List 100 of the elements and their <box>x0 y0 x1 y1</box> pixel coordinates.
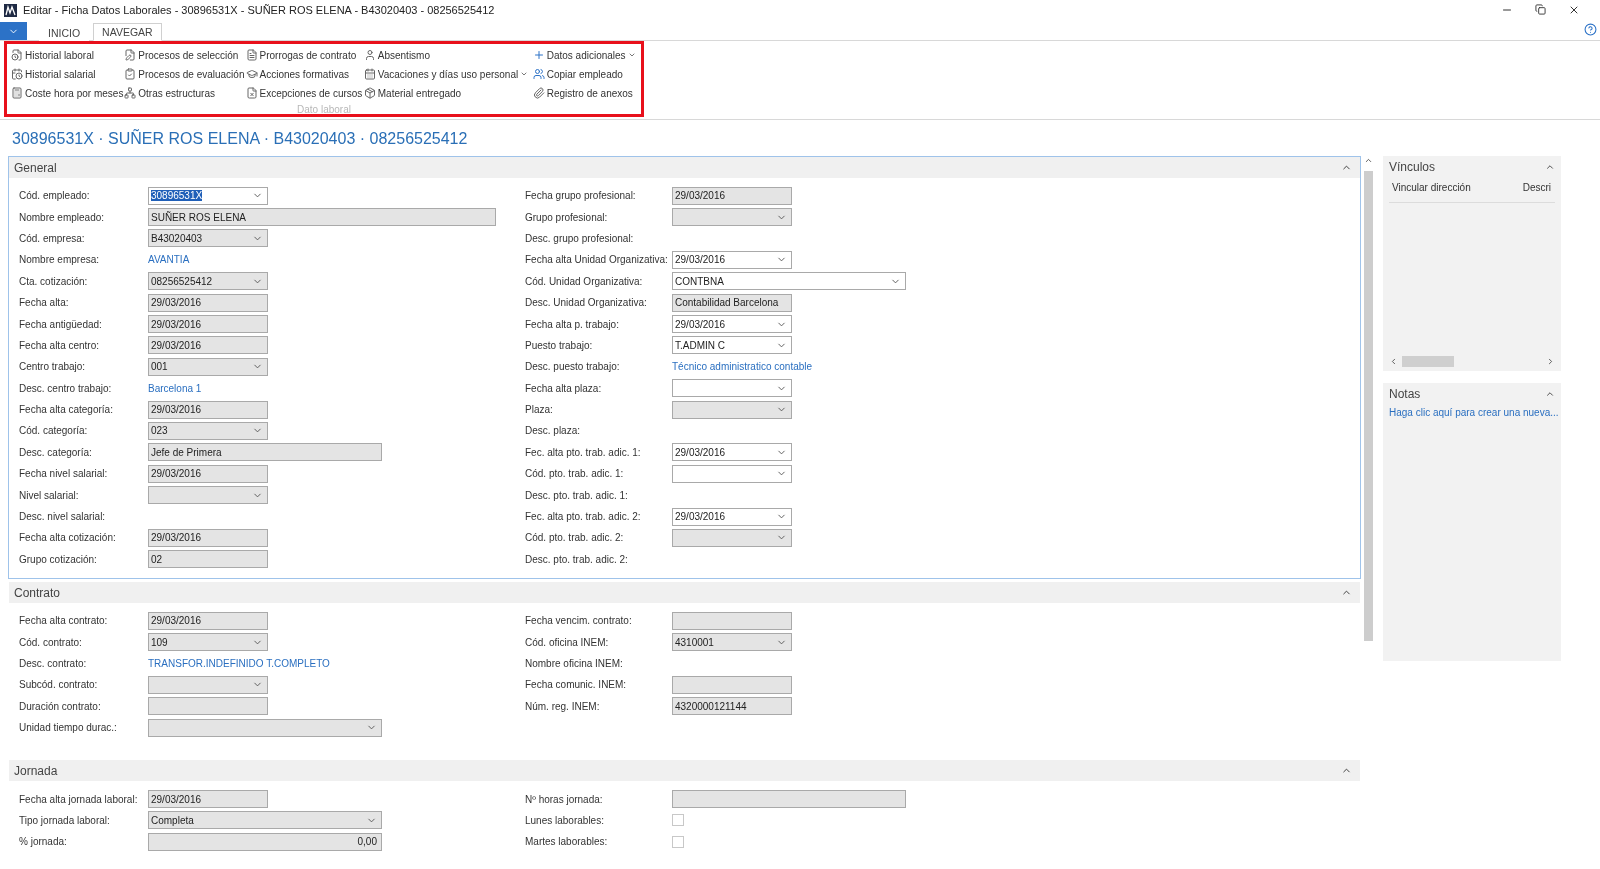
record-heading: 30896531X · SUÑER ROS ELENA · B43020403 · 08256525412 <box>11 128 469 149</box>
ribbon-command[interactable]: Vacaciones y días uso personal <box>363 65 529 83</box>
field-label: Desc. contrato: <box>19 658 88 669</box>
field-link[interactable]: Barcelona 1 <box>148 382 525 394</box>
person-icon <box>363 49 376 61</box>
caret-icon <box>627 51 636 59</box>
caret-icon <box>520 70 529 78</box>
field-label: Cód. pto. trab. adic. 1: <box>525 468 625 480</box>
field-label: Fecha alta centro: <box>19 339 101 351</box>
panel-title: Vínculos <box>1389 160 1436 174</box>
ribbon-command[interactable]: Material entregado <box>363 84 462 102</box>
field-label: Fecha comunic. INEM: <box>525 679 628 691</box>
dropdown-field[interactable]: CONTBNA <box>672 272 906 291</box>
dropdown-field[interactable]: 29/03/2016 <box>672 443 792 462</box>
app-logo-icon <box>4 3 17 17</box>
field-label: Desc. categoría: <box>19 446 93 458</box>
dropdown-field[interactable]: T.ADMIN C <box>672 336 792 355</box>
document-icon <box>245 49 258 61</box>
field-label: Cód. categoría: <box>19 425 89 437</box>
ribbon-command[interactable]: Procesos de selección <box>124 46 239 64</box>
checkbox[interactable] <box>672 835 684 848</box>
plus-icon <box>532 49 545 61</box>
panel-title: Notas <box>1389 387 1421 401</box>
ribbon-command[interactable]: Historial laboral <box>11 46 94 64</box>
field-label: Desc. centro trabajo: <box>19 382 113 394</box>
ribbon-command[interactable]: Prorrogas de contrato <box>245 46 357 64</box>
field-label: Unidad tiempo durac.: <box>19 722 118 734</box>
field-label: Cód. pto. trab. adic. 2: <box>525 532 625 544</box>
field-label: Subcód. contrato: <box>19 679 99 691</box>
field-label: Fecha alta p. trabajo: <box>525 318 620 330</box>
package-icon <box>363 87 376 99</box>
field-label: Fecha alta categoría: <box>19 404 114 416</box>
field-label: Desc. pto. trab. adic. 2: <box>525 553 629 565</box>
collapse-icon[interactable] <box>1545 389 1555 399</box>
field-label: Fecha alta: <box>19 297 70 309</box>
app-menu-button[interactable] <box>0 22 27 40</box>
ribbon-command[interactable]: Coste hora por meses <box>11 84 124 102</box>
section-title: General <box>14 160 57 175</box>
ribbon-command[interactable]: Datos adicionales <box>532 46 636 64</box>
dropdown-field[interactable] <box>672 379 792 398</box>
field-label: Desc. puesto trabajo: <box>525 361 621 373</box>
field-label: Fecha alta jornada laboral: <box>19 793 139 805</box>
dropdown-field[interactable]: 29/03/2016 <box>672 250 792 269</box>
field-link[interactable]: AVANTIA <box>148 254 525 266</box>
field-label: Desc. nivel salarial: <box>19 511 107 523</box>
clipboard-check-icon <box>124 68 137 80</box>
field-link[interactable]: TRANSFOR.INDEFINIDO T.COMPLETO <box>148 658 525 669</box>
section-header[interactable]: Jornada <box>9 760 1360 782</box>
ribbon-command[interactable]: Otras estructuras <box>124 84 215 102</box>
calculator-icon <box>11 87 23 99</box>
section-header[interactable]: General <box>9 157 1360 178</box>
help-icon[interactable] <box>1584 23 1597 36</box>
field-label: Nombre empleado: <box>19 211 106 223</box>
scroll-thumb[interactable] <box>1402 356 1454 367</box>
ribbon-command[interactable]: Copiar empleado <box>532 65 623 83</box>
dropdown-field[interactable]: 29/03/2016 <box>672 507 792 526</box>
ribbon-command[interactable]: Absentismo <box>363 46 430 64</box>
restore-icon[interactable] <box>1535 4 1546 15</box>
section-title: Contrato <box>14 585 61 600</box>
dropdown-field[interactable] <box>672 464 792 483</box>
field-label: Desc. Unidad Organizativa: <box>525 297 648 309</box>
field-label: Desc. grupo profesional: <box>525 232 635 244</box>
window-title: Editar - Ficha Datos Laborales - 30896531X - SUÑER ROS ELENA - B43020403 - 08256525412 <box>23 4 495 16</box>
calendar-icon <box>363 68 376 80</box>
field-label: Tipo jornada laboral: <box>19 814 111 826</box>
field-label: Cód. contrato: <box>19 636 83 648</box>
dropdown-field[interactable]: 29/03/2016 <box>672 315 792 334</box>
field-label: Fecha antigüedad: <box>19 318 103 330</box>
field-label: Lunes laborables: <box>525 814 605 826</box>
field-label: Fecha alta cotización: <box>19 532 117 544</box>
scroll-thumb[interactable] <box>1363 171 1373 641</box>
field-label: % jornada: <box>19 836 68 848</box>
ribbon-command[interactable]: Excepciones de cursos <box>245 84 363 102</box>
field-label: Núm. reg. INEM: <box>525 700 601 712</box>
checkbox[interactable] <box>672 814 684 827</box>
ribbon-command[interactable]: Acciones formativas <box>245 65 349 83</box>
field-link[interactable]: Técnico administratico contable <box>672 361 1025 373</box>
field-label: Cód. empresa: <box>19 232 86 244</box>
section-header[interactable]: Contrato <box>9 582 1360 604</box>
scroll-left-icon[interactable] <box>1389 357 1398 366</box>
ribbon-tab[interactable]: NAVEGAR <box>93 23 162 41</box>
field-label: Desc. pto. trab. adic. 1: <box>525 489 629 501</box>
collapse-icon[interactable] <box>1545 162 1555 172</box>
file-x-icon <box>245 87 258 99</box>
scroll-up-icon[interactable] <box>1363 156 1373 165</box>
field-label: Nombre empresa: <box>19 254 101 266</box>
network-icon <box>124 87 137 99</box>
scroll-right-icon[interactable] <box>1546 357 1555 366</box>
close-icon[interactable] <box>1568 4 1580 16</box>
ribbon-command[interactable]: Registro de anexos <box>532 84 633 102</box>
calendar-clock-icon <box>11 68 23 80</box>
ribbon-command[interactable]: Procesos de evaluación <box>124 65 245 83</box>
dropdown-field[interactable]: 30896531X <box>148 186 268 205</box>
field-label: Grupo cotización: <box>19 553 98 565</box>
field-label: Fec. alta pto. trab. adic. 1: <box>525 446 642 458</box>
file-clock-icon <box>11 49 23 61</box>
field-label: Desc. plaza: <box>525 425 582 437</box>
field-label: Duración contrato: <box>19 700 102 712</box>
ribbon-command[interactable]: Historial salarial <box>11 65 96 83</box>
field-label: Fecha nivel salarial: <box>19 468 109 480</box>
